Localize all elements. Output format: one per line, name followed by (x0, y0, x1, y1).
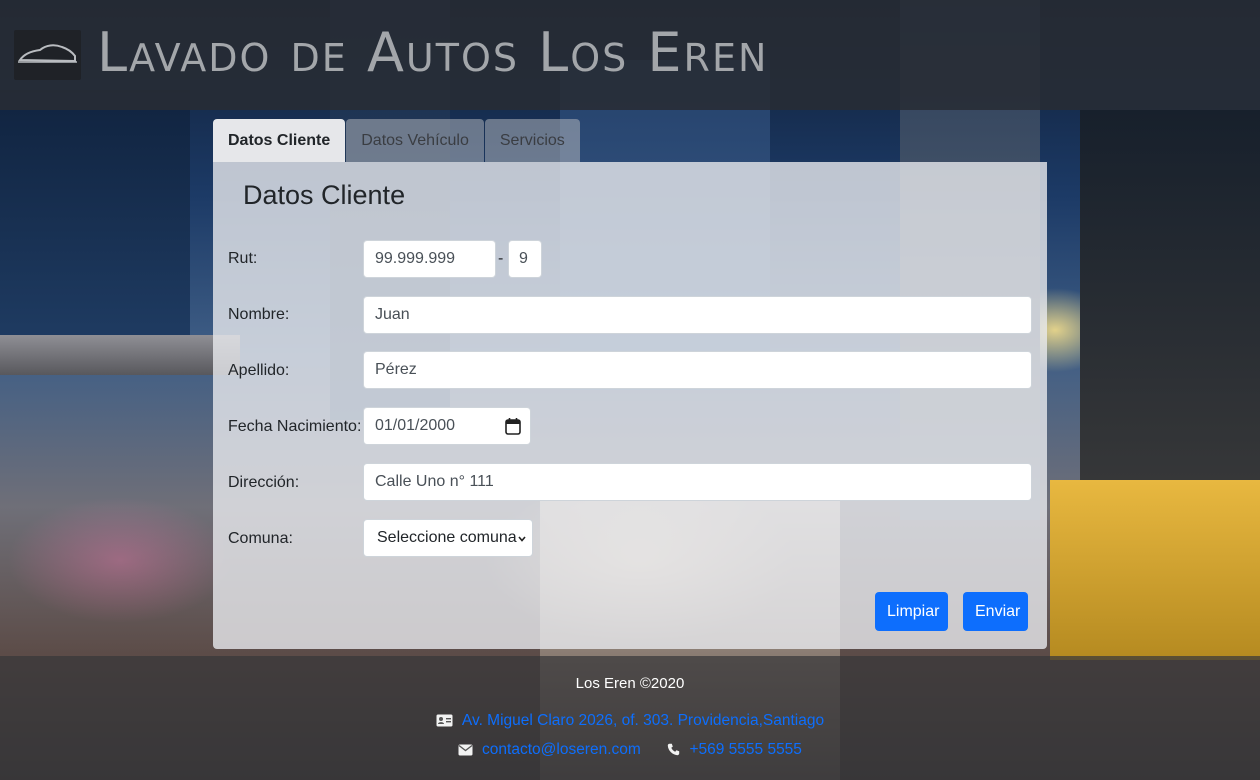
tab-datos-vehiculo[interactable]: Datos Vehículo (346, 119, 484, 162)
car-logo-icon[interactable] (14, 30, 81, 80)
rut-separator: - (498, 250, 504, 267)
nombre-label: Nombre: (228, 306, 290, 323)
direccion-input[interactable]: Calle Uno n° 111 (363, 463, 1032, 501)
envelope-icon (458, 744, 473, 756)
address-link[interactable]: Av. Miguel Claro 2026, of. 303. Providen… (462, 712, 824, 729)
fecha-nacimiento-label: Fecha Nacimiento: (228, 418, 362, 435)
fecha-nacimiento-input[interactable]: 01/01/2000 (363, 407, 531, 445)
comuna-select[interactable]: Seleccione comuna (363, 519, 533, 557)
copyright-text: Los Eren ©2020 (575, 675, 685, 692)
address-card-icon (436, 714, 453, 727)
comuna-selected-value: Seleccione comuna (377, 529, 517, 546)
rut-digit-input[interactable]: 9 (508, 240, 542, 278)
apellido-input[interactable]: Pérez (363, 351, 1032, 389)
comuna-label: Comuna: (228, 530, 293, 547)
phone-icon (668, 743, 680, 756)
submit-button[interactable]: Enviar (963, 592, 1028, 631)
site-footer: Los Eren ©2020 Av. Miguel Claro 2026, of… (0, 656, 1260, 780)
client-form-panel: Datos Cliente Rut: 99.999.999 - 9 Nombre… (213, 162, 1047, 649)
tab-servicios[interactable]: Servicios (484, 119, 580, 162)
calendar-icon[interactable] (505, 417, 521, 435)
email-link[interactable]: contacto@loseren.com (482, 741, 641, 758)
site-title: Lavado de Autos Los Eren (97, 21, 769, 84)
rut-number-input[interactable]: 99.999.999 (363, 240, 496, 278)
direccion-label: Dirección: (228, 474, 300, 491)
nombre-input[interactable]: Juan (363, 296, 1032, 334)
chevron-down-icon (518, 536, 526, 542)
site-header: Lavado de Autos Los Eren (0, 0, 1260, 110)
contact-line: contacto@loseren.com +569 5555 5555 (0, 741, 1260, 759)
rut-label: Rut: (228, 250, 258, 267)
phone-link[interactable]: +569 5555 5555 (689, 741, 802, 758)
tab-datos-cliente[interactable]: Datos Cliente (213, 119, 346, 162)
fecha-nacimiento-value: 01/01/2000 (375, 417, 456, 434)
form-title: Datos Cliente (243, 180, 406, 210)
address-line: Av. Miguel Claro 2026, of. 303. Providen… (0, 712, 1260, 730)
clear-button[interactable]: Limpiar (875, 592, 948, 631)
apellido-label: Apellido: (228, 362, 290, 379)
form-tabs: Datos Cliente Datos Vehículo Servicios (213, 119, 581, 163)
